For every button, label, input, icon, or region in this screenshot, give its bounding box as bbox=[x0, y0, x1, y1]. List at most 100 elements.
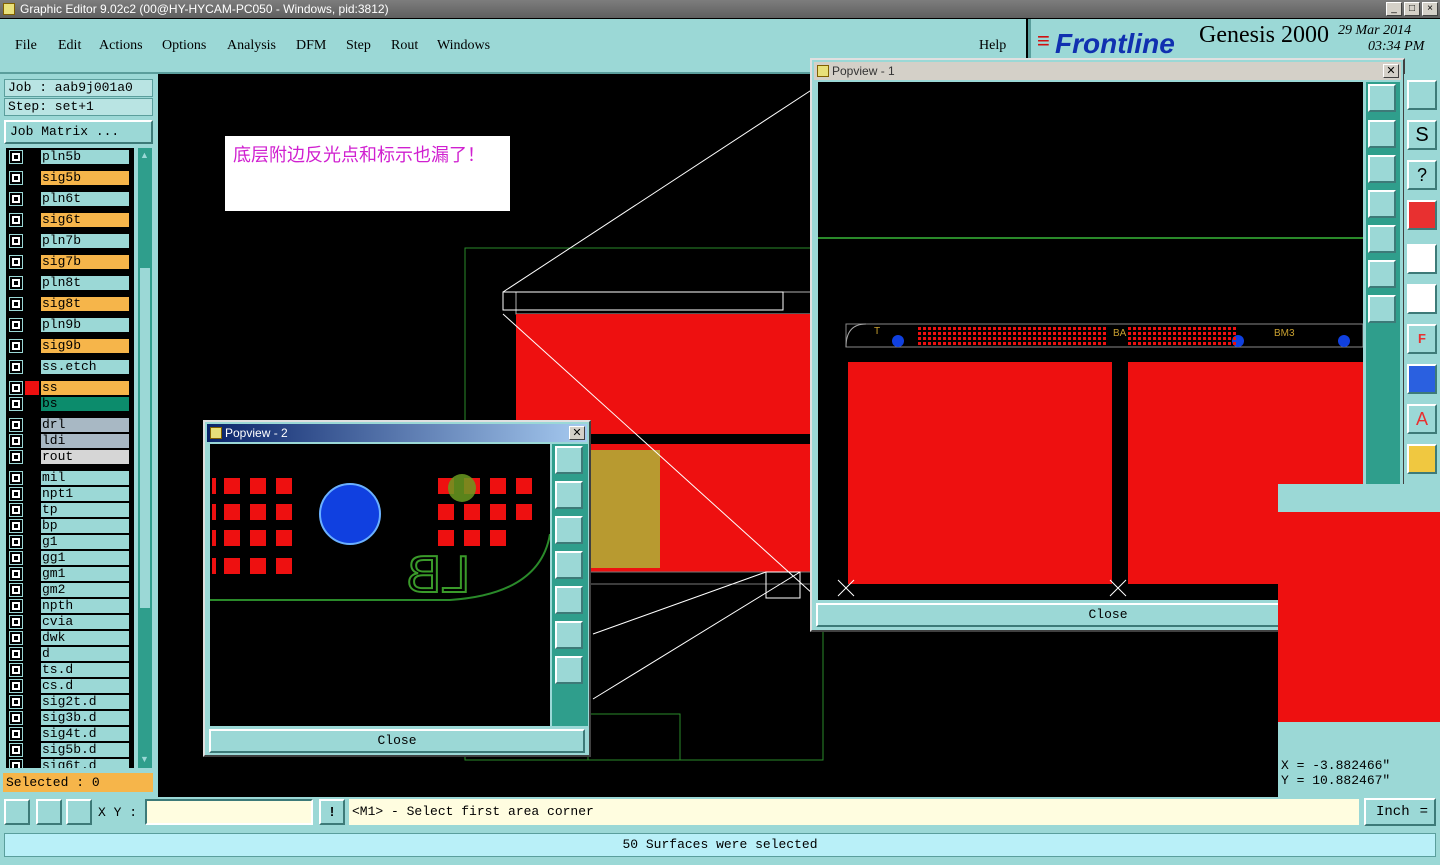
select-icon[interactable] bbox=[1407, 444, 1437, 474]
layer-name[interactable]: pln6t bbox=[41, 192, 129, 206]
layer-checkbox[interactable] bbox=[9, 759, 23, 768]
close-window-button[interactable]: × bbox=[1422, 2, 1438, 16]
grid-tool-icon[interactable] bbox=[66, 799, 92, 825]
popview-2-close-icon[interactable]: ✕ bbox=[569, 426, 585, 440]
scroll-up-arrow-icon[interactable]: ▲ bbox=[140, 150, 150, 160]
layer-row-mil[interactable]: mil bbox=[6, 471, 134, 485]
layer-name[interactable]: gm1 bbox=[41, 567, 129, 581]
layer-row-ts-d[interactable]: ts.d bbox=[6, 663, 134, 677]
layer-name[interactable]: ss.etch bbox=[41, 360, 129, 374]
layer-name[interactable]: gg1 bbox=[41, 551, 129, 565]
layer-name[interactable]: cs.d bbox=[41, 679, 129, 693]
layer-checkbox[interactable] bbox=[9, 381, 23, 395]
zoom-out-icon[interactable] bbox=[555, 656, 583, 684]
menu-edit[interactable]: Edit bbox=[58, 38, 81, 54]
layer-checkbox[interactable] bbox=[9, 192, 23, 206]
layer-row-pln8t[interactable]: pln8t bbox=[6, 276, 134, 290]
menu-file[interactable]: File bbox=[15, 38, 37, 54]
layer-checkbox[interactable] bbox=[9, 599, 23, 613]
menu-help[interactable]: Help bbox=[979, 38, 1006, 54]
menu-options[interactable]: Options bbox=[162, 38, 206, 54]
menu-analysis[interactable]: Analysis bbox=[227, 38, 276, 54]
menu-dfm[interactable]: DFM bbox=[296, 38, 326, 54]
popview-2-close-button[interactable]: Close bbox=[209, 729, 585, 753]
layer-checkbox[interactable] bbox=[9, 743, 23, 757]
layer-row-bp[interactable]: bp bbox=[6, 519, 134, 533]
layer-name[interactable]: sig4t.d bbox=[41, 727, 129, 741]
layer-row-sig6t-d[interactable]: sig6t.d bbox=[6, 759, 134, 768]
layer-checkbox[interactable] bbox=[9, 487, 23, 501]
layer-checkbox[interactable] bbox=[9, 471, 23, 485]
scroll-down-arrow-icon[interactable]: ▼ bbox=[140, 754, 150, 764]
menu-windows[interactable]: Windows bbox=[437, 38, 490, 54]
layer-name[interactable]: gm2 bbox=[41, 583, 129, 597]
snap-icon[interactable]: S bbox=[1407, 120, 1437, 150]
zoom-tool-icon[interactable] bbox=[4, 799, 30, 825]
layer-row-g1[interactable]: g1 bbox=[6, 535, 134, 549]
layer-row-rout[interactable]: rout bbox=[6, 450, 134, 464]
layer-name[interactable]: sig3b.d bbox=[41, 711, 129, 725]
scroll-thumb[interactable] bbox=[140, 268, 150, 608]
layer-checkbox[interactable] bbox=[9, 679, 23, 693]
xy-input[interactable] bbox=[145, 799, 313, 825]
layer-checkbox[interactable] bbox=[9, 318, 23, 332]
layer-checkbox[interactable] bbox=[9, 583, 23, 597]
layer-name[interactable]: ss bbox=[41, 381, 129, 395]
layer-checkbox[interactable] bbox=[9, 567, 23, 581]
layer-row-sig8t[interactable]: sig8t bbox=[6, 297, 134, 311]
overview-map[interactable] bbox=[1278, 512, 1440, 722]
layer-checkbox[interactable] bbox=[9, 255, 23, 269]
layer-row-d[interactable]: d bbox=[6, 647, 134, 661]
pan-left-icon[interactable] bbox=[555, 551, 583, 579]
layer-row-pln6t[interactable]: pln6t bbox=[6, 192, 134, 206]
layer-checkbox[interactable] bbox=[9, 418, 23, 432]
layer-name[interactable]: sig8t bbox=[41, 297, 129, 311]
layer-row-sig2t-d[interactable]: sig2t.d bbox=[6, 695, 134, 709]
menu-actions[interactable]: Actions bbox=[99, 38, 143, 54]
layer-name[interactable]: ldi bbox=[41, 434, 129, 448]
layer-name[interactable]: mil bbox=[41, 471, 129, 485]
layer-row-tp[interactable]: tp bbox=[6, 503, 134, 517]
layer-row-sig6t[interactable]: sig6t bbox=[6, 213, 134, 227]
layer-row-ss[interactable]: ss bbox=[6, 381, 134, 395]
layer-checkbox[interactable] bbox=[9, 150, 23, 164]
layer-checkbox[interactable] bbox=[9, 647, 23, 661]
layer-row-drl[interactable]: drl bbox=[6, 418, 134, 432]
pan-up-icon[interactable] bbox=[1368, 120, 1396, 148]
layer-checkbox[interactable] bbox=[9, 339, 23, 353]
layer-name[interactable]: d bbox=[41, 647, 129, 661]
layers-icon[interactable] bbox=[1407, 200, 1437, 230]
layer-checkbox[interactable] bbox=[9, 519, 23, 533]
layer-checkbox[interactable] bbox=[9, 213, 23, 227]
layer-row-gm1[interactable]: gm1 bbox=[6, 567, 134, 581]
layer-checkbox[interactable] bbox=[9, 631, 23, 645]
layer-row-sig9b[interactable]: sig9b bbox=[6, 339, 134, 353]
route-icon[interactable]: A bbox=[1407, 404, 1437, 434]
layer-name[interactable]: tp bbox=[41, 503, 129, 517]
layer-checkbox[interactable] bbox=[9, 695, 23, 709]
layer-row-sig7b[interactable]: sig7b bbox=[6, 255, 134, 269]
layer-row-bs[interactable]: bs bbox=[6, 397, 134, 411]
feature-icon[interactable]: F bbox=[1407, 324, 1437, 354]
layer-row-npth[interactable]: npth bbox=[6, 599, 134, 613]
pan-up-icon[interactable] bbox=[555, 481, 583, 509]
pan-right-icon[interactable] bbox=[555, 586, 583, 614]
layer-name[interactable]: pln8t bbox=[41, 276, 129, 290]
layer-row-ldi[interactable]: ldi bbox=[6, 434, 134, 448]
warning-icon[interactable]: ! bbox=[319, 799, 345, 825]
popview-1-close-icon[interactable]: ✕ bbox=[1383, 64, 1399, 78]
layer-name[interactable]: bs bbox=[41, 397, 129, 411]
help-icon[interactable]: ? bbox=[1407, 160, 1437, 190]
layer-name[interactable]: sig6t.d bbox=[41, 759, 129, 768]
layer-row-cs-d[interactable]: cs.d bbox=[6, 679, 134, 693]
layer-checkbox[interactable] bbox=[9, 535, 23, 549]
layer-checkbox[interactable] bbox=[9, 450, 23, 464]
layer-checkbox[interactable] bbox=[9, 615, 23, 629]
layer-row-gg1[interactable]: gg1 bbox=[6, 551, 134, 565]
pan-left-icon[interactable] bbox=[1368, 190, 1396, 218]
layer-name[interactable]: sig7b bbox=[41, 255, 129, 269]
layer-checkbox[interactable] bbox=[9, 397, 23, 411]
layer-checkbox[interactable] bbox=[9, 551, 23, 565]
view-icon[interactable] bbox=[1407, 80, 1437, 110]
layer-checkbox[interactable] bbox=[9, 727, 23, 741]
